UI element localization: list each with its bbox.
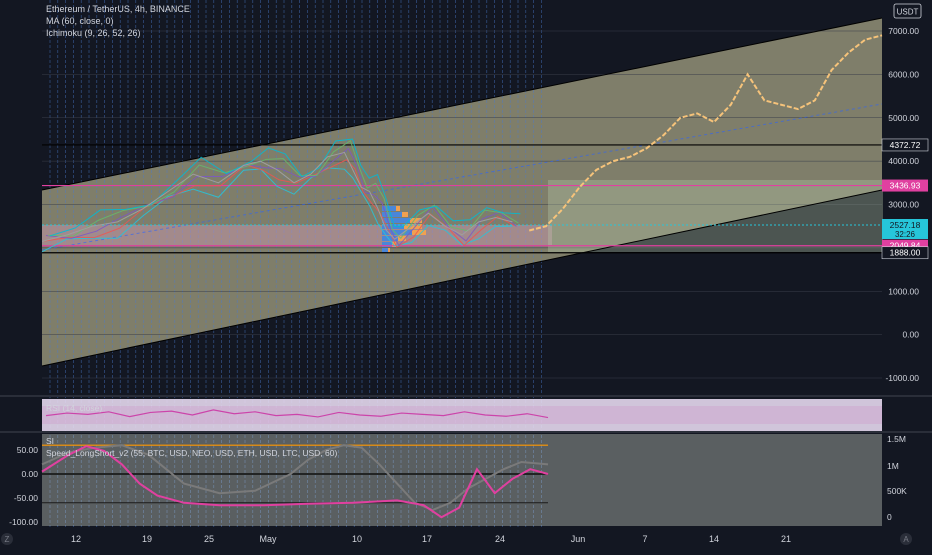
currency-label: USDT xyxy=(897,8,919,17)
time-axis-tick: 7 xyxy=(642,534,647,544)
price-badge-label: 1888.00 xyxy=(890,248,921,258)
chart-workspace: 7000.006000.005000.004000.003000.002000.… xyxy=(0,0,932,550)
auto-scale-label: A xyxy=(903,535,909,544)
si-legend[interactable]: SI xyxy=(46,436,54,446)
osc-right-tick: 500K xyxy=(887,486,907,496)
volume-profile-bar xyxy=(396,206,400,211)
zoom-reset-label: Z xyxy=(5,535,10,544)
time-axis-tick: 24 xyxy=(495,534,505,544)
green-zone xyxy=(548,180,883,252)
price-axis-tick: 5000.00 xyxy=(888,113,919,123)
price-badge-label: 4372.72 xyxy=(890,140,921,150)
price-badge-label: 2527.18 xyxy=(890,220,921,230)
symbol-title: Ethereum / TetherUS, 4h, BINANCE xyxy=(46,4,190,14)
time-axis-tick: 25 xyxy=(204,534,214,544)
rsi-legend[interactable]: RSI (14, close) xyxy=(46,403,102,413)
osc-right-tick: 1.5M xyxy=(887,434,906,444)
time-axis-background xyxy=(0,527,932,550)
osc-right-tick: 0 xyxy=(887,512,892,522)
ichimoku-legend[interactable]: Ichimoku (9, 26, 52, 26) xyxy=(46,28,141,38)
pane-separator[interactable] xyxy=(0,395,932,397)
time-axis-tick: May xyxy=(259,534,277,544)
chart-canvas: 7000.006000.005000.004000.003000.002000.… xyxy=(0,0,932,550)
time-axis-tick: 14 xyxy=(709,534,719,544)
time-axis-tick: 10 xyxy=(352,534,362,544)
price-badge-label: 3436.93 xyxy=(890,181,921,191)
oscillator-legend[interactable]: Speed_LongShort_v2 (55, BTC, USD, NEO, U… xyxy=(46,448,337,458)
osc-left-tick: -50.00 xyxy=(14,493,38,503)
time-axis-tick: Jun xyxy=(571,534,586,544)
price-axis-tick: 6000.00 xyxy=(888,69,919,79)
time-axis-tick: 12 xyxy=(71,534,81,544)
price-axis-tick: 1000.00 xyxy=(888,286,919,296)
price-axis-tick: 0.00 xyxy=(902,330,919,340)
osc-left-tick: -100.00 xyxy=(9,517,38,527)
time-axis-tick: 21 xyxy=(781,534,791,544)
price-axis-tick: 4000.00 xyxy=(888,156,919,166)
rsi-band xyxy=(42,406,882,424)
price-badge-sublabel: 32:26 xyxy=(895,230,916,239)
volume-profile-bar xyxy=(402,212,408,217)
price-axis-tick: -1000.00 xyxy=(885,373,919,383)
ma-legend[interactable]: MA (60, close, 0) xyxy=(46,16,114,26)
pane-separator[interactable] xyxy=(0,431,932,433)
time-axis-tick: 19 xyxy=(142,534,152,544)
volume-profile-bar xyxy=(382,218,410,223)
time-axis-tick: 17 xyxy=(422,534,432,544)
price-axis-tick: 7000.00 xyxy=(888,26,919,36)
price-axis-tick: 3000.00 xyxy=(888,200,919,210)
osc-right-tick: 1M xyxy=(887,461,899,471)
osc-left-tick: 50.00 xyxy=(17,445,39,455)
osc-left-tick: 0.00 xyxy=(21,469,38,479)
